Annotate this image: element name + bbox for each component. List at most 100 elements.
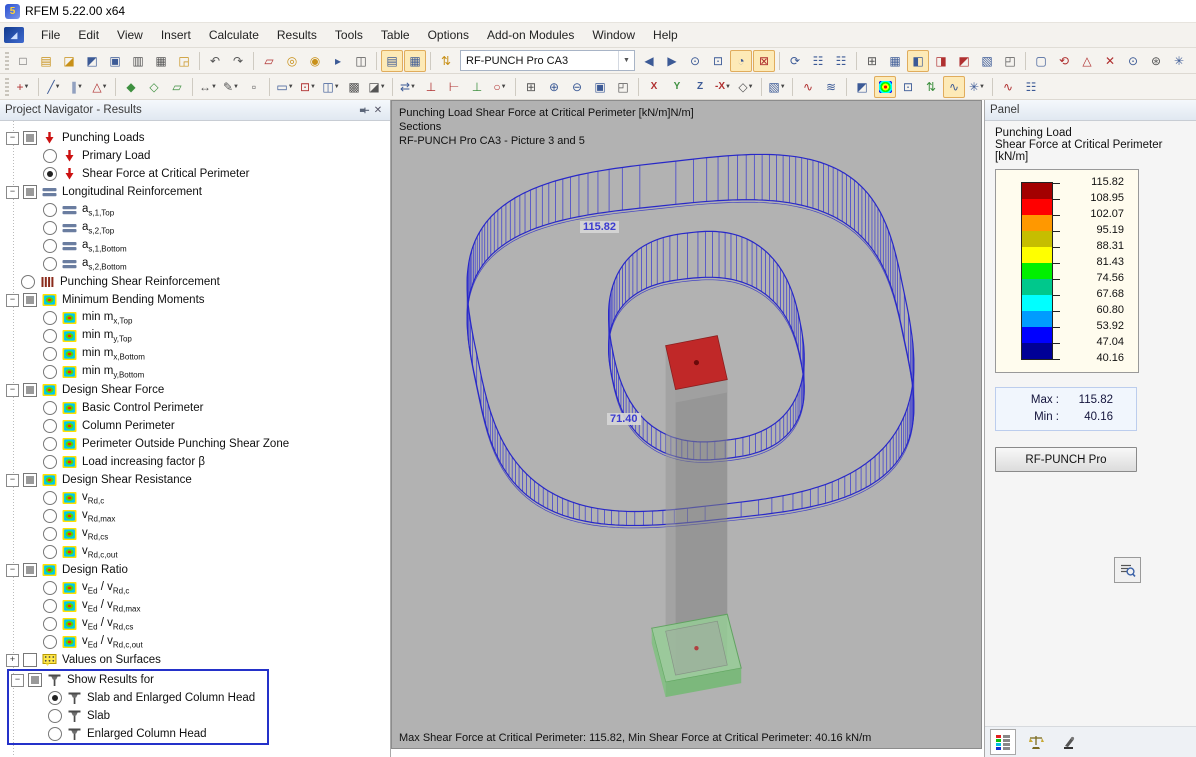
view-in-minus-x-button[interactable]: -X▼ (712, 76, 734, 98)
tree-item-a-s-1-top[interactable]: as,1,Top (4, 201, 390, 219)
tree-item-shear-force-at-critical-perimeter[interactable]: Shear Force at Critical Perimeter (4, 165, 390, 183)
checkbox[interactable] (23, 293, 37, 307)
new-rectangle-surface-button[interactable]: ▭▼ (274, 76, 296, 98)
object-info-button[interactable]: ⊙ (1122, 50, 1144, 72)
view-in-y-button[interactable]: Y (666, 76, 688, 98)
previous-load-case-button[interactable]: ◀ (638, 50, 660, 72)
tree-item-min-m-y-bottom[interactable]: min my,Bottom (4, 363, 390, 381)
radio-button[interactable] (48, 727, 62, 741)
radio-button[interactable] (43, 455, 57, 469)
result-values-on-surfaces-button[interactable]: ⊡ (897, 76, 919, 98)
tree-item-min-m-x-top[interactable]: min mx,Top (4, 309, 390, 327)
copy-graphic-button[interactable]: ▥ (127, 50, 149, 72)
chevron-down-icon[interactable]: ▼ (310, 84, 316, 90)
nodal-support-button[interactable]: ⊥ (420, 76, 442, 98)
tree-item-v-rd-c[interactable]: vRd,c (4, 489, 390, 507)
save-model-button[interactable]: ◩ (81, 50, 103, 72)
member-release-button[interactable]: ⟳ (784, 50, 806, 72)
tree-item-v-ed-v-rd-max[interactable]: vEd / vRd,max (4, 597, 390, 615)
line-support-button[interactable]: ⊢ (443, 76, 465, 98)
chevron-down-icon[interactable]: ▼ (780, 84, 786, 90)
selection-box-button[interactable]: ▫ (243, 76, 265, 98)
new-opening-button[interactable]: ⊡▼ (297, 76, 319, 98)
radio-button[interactable] (43, 329, 57, 343)
open-model-button[interactable]: ▤ (35, 50, 57, 72)
panel-tab-load-factors[interactable] (1023, 729, 1049, 755)
select-work-plane-button[interactable]: ◰ (999, 50, 1021, 72)
select-mode-button[interactable]: ▢ (1030, 50, 1052, 72)
radio-button[interactable] (43, 239, 57, 253)
collapse-icon[interactable]: − (6, 186, 19, 199)
menu-item-tools[interactable]: Tools (326, 25, 372, 45)
checkbox[interactable] (23, 563, 37, 577)
radio-button[interactable] (21, 275, 35, 289)
tree-item-design-ratio[interactable]: −Design Ratio (4, 561, 390, 579)
zoom-in-button[interactable]: ⊕ (543, 76, 565, 98)
print-preview-button[interactable]: ◲ (173, 50, 195, 72)
chevron-down-icon[interactable]: ▼ (618, 51, 634, 70)
expand-icon[interactable]: + (6, 654, 19, 667)
radio-button[interactable] (43, 509, 57, 523)
chevron-down-icon[interactable]: ▼ (979, 84, 985, 90)
new-node-button[interactable]: +▼ (12, 76, 34, 98)
goto-table-button[interactable]: ☷ (807, 50, 829, 72)
tree-item-punching-shear-reinforcement[interactable]: Punching Shear Reinforcement (4, 273, 390, 291)
deformation-scale-button[interactable]: ⇅ (920, 76, 942, 98)
radio-button[interactable] (43, 203, 57, 217)
menu-item-results[interactable]: Results (268, 25, 326, 45)
checkbox[interactable] (23, 473, 37, 487)
collapse-icon[interactable]: − (11, 674, 24, 687)
radio-button[interactable] (43, 437, 57, 451)
tree-item-v-ed-v-rd-c[interactable]: vEd / vRd,c (4, 579, 390, 597)
rotate-mode-button[interactable]: ⟲ (1053, 50, 1075, 72)
tree-item-show-results-for[interactable]: −Show Results for (9, 671, 267, 689)
show-tables-button[interactable]: ▤ (381, 50, 403, 72)
radio-button[interactable] (43, 617, 57, 631)
menu-item-help[interactable]: Help (644, 25, 687, 45)
chevron-down-icon[interactable]: ▼ (102, 84, 108, 90)
result-points-button[interactable]: ✳▼ (966, 76, 988, 98)
tree-item-perimeter-outside-punching-shear-zone[interactable]: Perimeter Outside Punching Shear Zone (4, 435, 390, 453)
next-load-case-button[interactable]: ▶ (661, 50, 683, 72)
printout-report-button[interactable]: ☷ (1020, 76, 1042, 98)
section-button[interactable]: ∿ (797, 76, 819, 98)
connect-members-button[interactable]: ⇄▼ (397, 76, 419, 98)
attach-tables-button[interactable]: ▦ (404, 50, 426, 72)
tree-item-design-shear-force[interactable]: −Design Shear Force (4, 381, 390, 399)
collapse-icon[interactable]: − (6, 474, 19, 487)
tree-item-a-s-2-top[interactable]: as,2,Top (4, 219, 390, 237)
radio-button[interactable] (43, 527, 57, 541)
snap-points-button[interactable]: ⊞ (861, 50, 883, 72)
tree-item-a-s-1-bottom[interactable]: as,1,Bottom (4, 237, 390, 255)
clipping-plane-button[interactable]: ≋ (820, 76, 842, 98)
chevron-down-icon[interactable]: ▼ (410, 84, 416, 90)
panel-tab-color-scale[interactable] (990, 729, 1016, 755)
show-loads-button[interactable]: ⊙ (684, 50, 706, 72)
radio-button[interactable] (43, 365, 57, 379)
program-options-button[interactable]: ✳ (1168, 50, 1190, 72)
tree-item-basic-control-perimeter[interactable]: Basic Control Perimeter (4, 399, 390, 417)
dimension-button[interactable]: ↔▼ (197, 76, 219, 98)
radio-button[interactable] (43, 149, 57, 163)
tree-item-v-ed-v-rd-cs[interactable]: vEd / vRd,cs (4, 615, 390, 633)
display-settings-button[interactable]: ⊛ (1145, 50, 1167, 72)
edit-polygon-button[interactable]: ▱ (258, 50, 280, 72)
previous-view-button[interactable]: ◰ (612, 76, 634, 98)
zoom-by-window-button[interactable]: ◎ (281, 50, 303, 72)
chevron-down-icon[interactable]: ▼ (211, 84, 217, 90)
tree-item-v-rd-c-out[interactable]: vRd,c,out (4, 543, 390, 561)
chevron-down-icon[interactable]: ▼ (55, 84, 61, 90)
tree-item-primary-load[interactable]: Primary Load (4, 147, 390, 165)
new-surface-generated-button[interactable]: ▱ (166, 76, 188, 98)
checkbox[interactable] (23, 185, 37, 199)
view-details-button[interactable] (1114, 557, 1141, 583)
collapse-icon[interactable]: − (6, 384, 19, 397)
tree-item-v-rd-cs[interactable]: vRd,cs (4, 525, 390, 543)
tree-item-enlarged-column-head[interactable]: Enlarged Column Head (9, 725, 267, 743)
pointer-mode-button[interactable]: ▸ (327, 50, 349, 72)
new-parallel-line-button[interactable]: ∥▼ (66, 76, 88, 98)
new-line-button[interactable]: ╱▼ (43, 76, 65, 98)
tree-item-column-perimeter[interactable]: Column Perimeter (4, 417, 390, 435)
annotation-button[interactable]: ✎▼ (220, 76, 242, 98)
redo-button[interactable]: ↷ (227, 50, 249, 72)
